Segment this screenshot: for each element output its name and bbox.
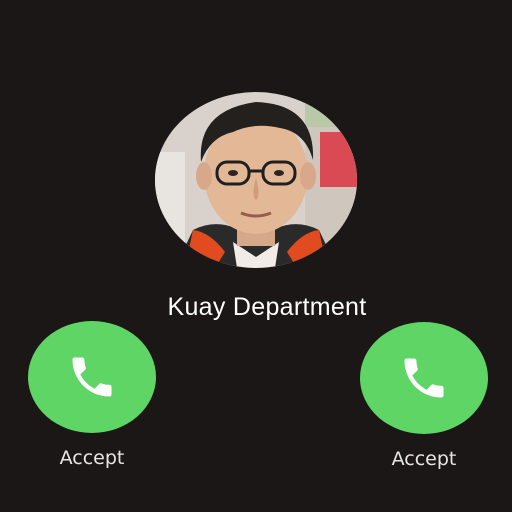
accept-label-left: Accept xyxy=(59,447,125,469)
caller-photo xyxy=(155,92,357,268)
caller-name: Kuay Department xyxy=(167,293,367,321)
caller-avatar xyxy=(155,92,357,268)
phone-icon xyxy=(404,358,444,398)
phone-icon xyxy=(72,357,112,397)
accept-label-right: Accept xyxy=(391,448,457,470)
accept-button-right[interactable] xyxy=(360,322,488,434)
accept-button-left[interactable] xyxy=(28,321,156,433)
accept-call-right[interactable]: Accept xyxy=(360,322,488,470)
accept-call-left[interactable]: Accept xyxy=(28,321,156,469)
incoming-call-screen: Kuay Department Accept Accept xyxy=(0,0,512,512)
